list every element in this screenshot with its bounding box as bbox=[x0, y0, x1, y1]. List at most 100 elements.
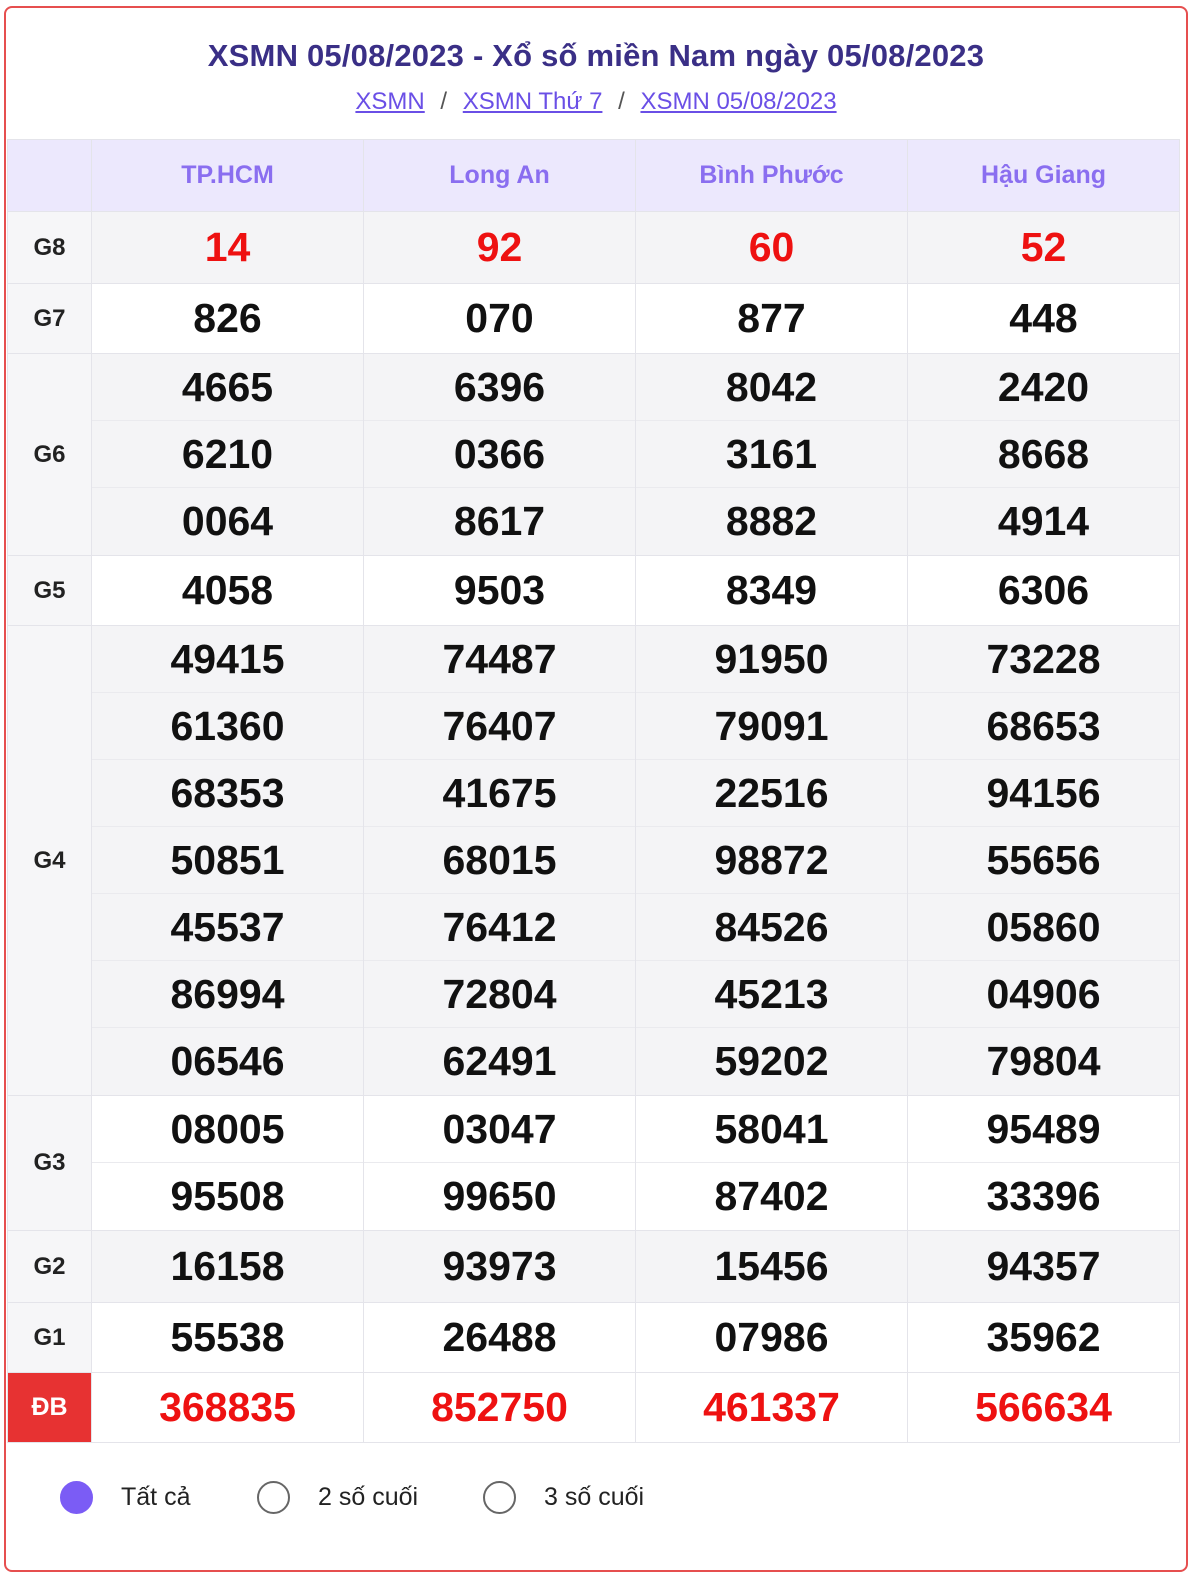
results-header: XSMN 05/08/2023 - Xổ số miền Nam ngày 05… bbox=[6, 8, 1186, 139]
prize-number: 55538 bbox=[170, 1314, 285, 1360]
prize-cell: 461337 bbox=[635, 1372, 908, 1443]
prize-number: 52 bbox=[1020, 224, 1067, 270]
prize-label: G4 bbox=[7, 625, 92, 1096]
prize-cell: 74487 76407 41675 68015 76412 72804 62491 bbox=[363, 625, 636, 1096]
radio-icon[interactable] bbox=[483, 1481, 516, 1514]
prize-label: G6 bbox=[7, 353, 92, 556]
prize-cell: 49415 61360 68353 50851 45537 86994 06546 bbox=[91, 625, 364, 1096]
page-title: XSMN 05/08/2023 - Xổ số miền Nam ngày 05… bbox=[207, 38, 985, 73]
prize-number: 72804 bbox=[364, 961, 635, 1028]
prize-number: 45213 bbox=[636, 961, 907, 1028]
prize-number: 04906 bbox=[908, 961, 1179, 1028]
prize-number: 4665 bbox=[92, 354, 363, 421]
prize-number: 4058 bbox=[181, 567, 274, 613]
prize-cell: 566634 bbox=[907, 1372, 1180, 1443]
prize-number: 73228 bbox=[908, 626, 1179, 693]
radio-icon[interactable] bbox=[257, 1481, 290, 1514]
prize-number: 2420 bbox=[908, 354, 1179, 421]
prize-number: 8882 bbox=[725, 498, 818, 544]
prize-number: 45537 bbox=[92, 894, 363, 961]
prize-number: 79091 bbox=[636, 693, 907, 760]
prize-number: 86994 bbox=[92, 961, 363, 1028]
prize-number: 58041 bbox=[636, 1096, 907, 1163]
province-header: Long An bbox=[363, 139, 636, 212]
breadcrumb-link-xsmn-thu-7[interactable]: XSMN Thứ 7 bbox=[463, 88, 603, 115]
prize-number: 76412 bbox=[364, 894, 635, 961]
breadcrumb: XSMN / XSMN Thứ 7 / XSMN 05/08/2023 bbox=[6, 88, 1186, 116]
prize-row-g8: G8 14 92 60 52 bbox=[7, 211, 1180, 284]
prize-cell: 368835 bbox=[91, 1372, 364, 1443]
prize-cell: 94357 bbox=[907, 1230, 1180, 1303]
prize-number: 448 bbox=[1009, 295, 1078, 341]
prize-number: 826 bbox=[193, 295, 262, 341]
prize-cell: 2420 8668 4914 bbox=[907, 353, 1180, 556]
results-table: TP.HCM Long An Bình Phước Hậu Giang G8 14… bbox=[7, 139, 1180, 1443]
prize-cell: 14 bbox=[91, 211, 364, 284]
prize-number: 14 bbox=[204, 224, 251, 270]
prize-cell: 73228 68653 94156 55656 05860 04906 79804 bbox=[907, 625, 1180, 1096]
prize-cell: 16158 bbox=[91, 1230, 364, 1303]
prize-row-g7: G7 826 070 877 448 bbox=[7, 283, 1180, 354]
prize-cell: 8042 3161 8882 bbox=[635, 353, 908, 556]
province-header: Bình Phước bbox=[635, 139, 908, 212]
prize-cell: 26488 bbox=[363, 1302, 636, 1373]
prize-number: 60 bbox=[748, 224, 795, 270]
filter-option-label: 2 số cuối bbox=[318, 1483, 419, 1511]
filter-option-last-3[interactable]: 3 số cuối bbox=[483, 1481, 644, 1514]
prize-number: 93973 bbox=[442, 1243, 557, 1289]
prize-number: 566634 bbox=[975, 1384, 1112, 1430]
prize-number: 22516 bbox=[636, 760, 907, 827]
prize-number: 91950 bbox=[636, 626, 907, 693]
prize-number: 92 bbox=[476, 224, 523, 270]
prize-cell: 852750 bbox=[363, 1372, 636, 1443]
prize-number: 8668 bbox=[908, 421, 1179, 488]
prize-number: 0366 bbox=[364, 421, 635, 488]
prize-cell: 4058 bbox=[91, 555, 364, 626]
breadcrumb-link-xsmn[interactable]: XSMN bbox=[355, 88, 424, 115]
prize-number: 877 bbox=[737, 295, 806, 341]
prize-cell: 070 bbox=[363, 283, 636, 354]
prize-row-g2: G2 16158 93973 15456 94357 bbox=[7, 1230, 1180, 1303]
prize-number: 368835 bbox=[159, 1384, 296, 1430]
prize-number: 6210 bbox=[92, 421, 363, 488]
prize-label: G5 bbox=[7, 555, 92, 626]
prize-number: 76407 bbox=[364, 693, 635, 760]
prize-number: 9503 bbox=[453, 567, 546, 613]
filter-option-all[interactable]: Tất cả bbox=[60, 1481, 190, 1514]
prize-number: 49415 bbox=[92, 626, 363, 693]
prize-number: 59202 bbox=[714, 1038, 829, 1084]
prize-number: 95508 bbox=[170, 1173, 285, 1219]
prize-number: 08005 bbox=[92, 1096, 363, 1163]
prize-number: 8042 bbox=[636, 354, 907, 421]
prize-row-db: ĐB 368835 852750 461337 566634 bbox=[7, 1372, 1180, 1443]
prize-cell: 448 bbox=[907, 283, 1180, 354]
prize-label: G3 bbox=[7, 1095, 92, 1231]
prize-number: 33396 bbox=[986, 1173, 1101, 1219]
prize-number: 07986 bbox=[714, 1314, 829, 1360]
prize-number: 3161 bbox=[636, 421, 907, 488]
breadcrumb-separator: / bbox=[618, 88, 625, 115]
prize-row-g1: G1 55538 26488 07986 35962 bbox=[7, 1302, 1180, 1373]
prize-label: G1 bbox=[7, 1302, 92, 1373]
prize-row-g6: G6 4665 6210 0064 6396 0366 8617 8042 3161 8882 24… bbox=[7, 353, 1180, 556]
prize-label: G8 bbox=[7, 211, 92, 284]
prize-cell: 6306 bbox=[907, 555, 1180, 626]
breadcrumb-separator: / bbox=[440, 88, 448, 115]
prize-cell: 6396 0366 8617 bbox=[363, 353, 636, 556]
prize-cell: 92 bbox=[363, 211, 636, 284]
prize-cell: 8349 bbox=[635, 555, 908, 626]
province-header-row: TP.HCM Long An Bình Phước Hậu Giang bbox=[7, 139, 1180, 212]
prize-number: 070 bbox=[465, 295, 534, 341]
results-card: XSMN 05/08/2023 - Xổ số miền Nam ngày 05… bbox=[4, 6, 1188, 1572]
prize-number: 852750 bbox=[431, 1384, 568, 1430]
radio-icon[interactable] bbox=[60, 1481, 93, 1514]
prize-cell: 35962 bbox=[907, 1302, 1180, 1373]
prize-number: 461337 bbox=[703, 1384, 840, 1430]
prize-number: 0064 bbox=[181, 498, 274, 544]
prize-cell: 03047 99650 bbox=[363, 1095, 636, 1231]
breadcrumb-link-xsmn-date[interactable]: XSMN 05/08/2023 bbox=[640, 88, 836, 115]
prize-number: 99650 bbox=[442, 1173, 557, 1219]
prize-number: 62491 bbox=[442, 1038, 557, 1084]
filter-option-label: 3 số cuối bbox=[544, 1483, 645, 1511]
filter-option-last-2[interactable]: 2 số cuối bbox=[257, 1481, 418, 1514]
